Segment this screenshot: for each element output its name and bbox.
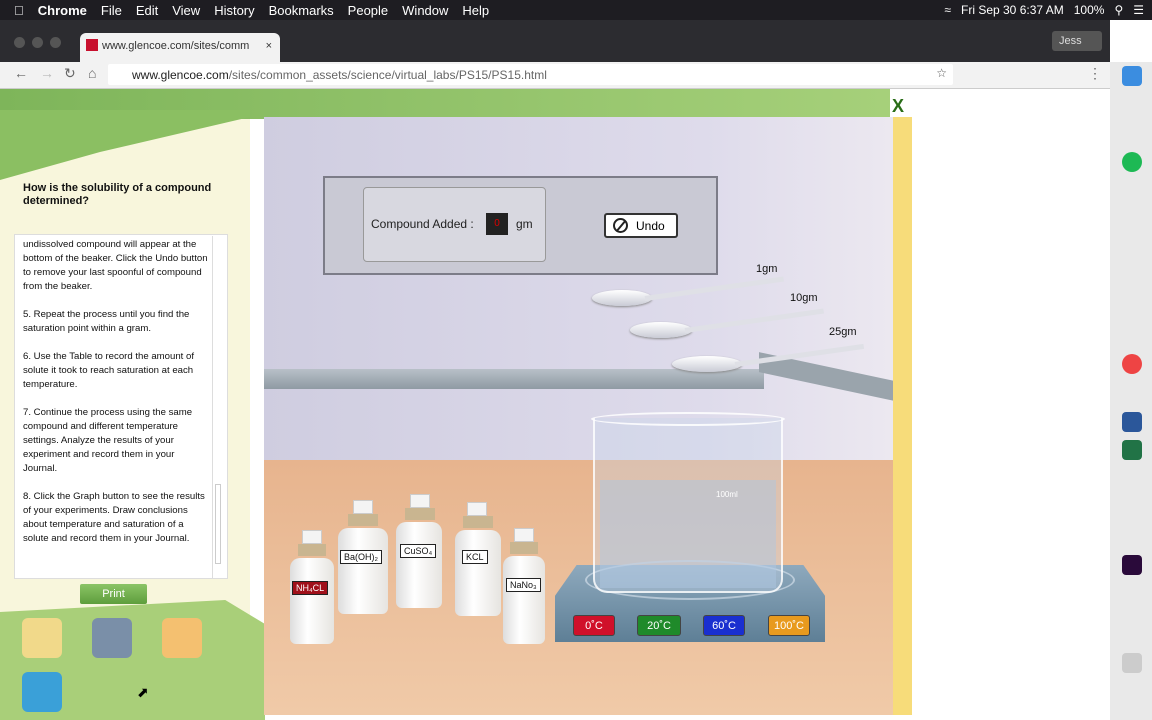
bottle-cap [302, 530, 322, 544]
list-icon[interactable]: ☰ [1133, 3, 1144, 17]
wall [264, 117, 893, 462]
menu-help[interactable]: Help [462, 3, 489, 18]
menu-edit[interactable]: Edit [136, 3, 158, 18]
menu-file[interactable]: File [101, 3, 122, 18]
forward-icon[interactable]: → [40, 65, 54, 81]
apple-icon[interactable]:  [14, 3, 24, 18]
beaker-volume-label: 100ml [716, 490, 738, 499]
table-icon[interactable] [162, 618, 202, 658]
beaker[interactable] [593, 418, 783, 593]
bottle-label: NaNo₃ [506, 578, 541, 592]
bottle-label: Ba(OH)₂ [340, 550, 382, 564]
url-host: www.glencoe.com [132, 68, 229, 82]
menu-people[interactable]: People [348, 3, 388, 18]
instruction-step: 5. Repeat the process until you find the… [23, 309, 190, 334]
bottle-nano3[interactable] [503, 556, 545, 644]
clipboard-icon[interactable] [22, 618, 62, 658]
reload-icon[interactable]: ↻ [64, 65, 76, 82]
back-icon[interactable]: ← [14, 65, 28, 81]
menu-view[interactable]: View [172, 3, 200, 18]
bottle-cap [514, 528, 534, 542]
bottle-label: NH₄CL [292, 581, 329, 595]
address-bar[interactable]: www.glencoe.com/sites/common_assets/scie… [108, 64, 953, 85]
battery[interactable]: 100% [1074, 3, 1105, 17]
shelf [264, 369, 764, 389]
mouse-cursor: ⬈ [137, 684, 149, 700]
trash-icon[interactable] [1122, 653, 1142, 673]
temp-100-button[interactable]: 100˚C [768, 615, 810, 636]
close-window-button[interactable] [14, 37, 25, 48]
temp-0-button[interactable]: 0˚C [573, 615, 615, 636]
instruction-step: 8. Click the Graph button to see the res… [23, 491, 205, 544]
instruction-step: 7. Continue the process using the same c… [23, 407, 193, 474]
excel-icon[interactable] [1122, 440, 1142, 460]
bottle-cap [467, 502, 487, 516]
bottle-cuso4[interactable] [396, 522, 442, 608]
menu-bookmarks[interactable]: Bookmarks [269, 3, 334, 18]
spoon-10gm[interactable] [630, 322, 692, 338]
undo-label: Undo [636, 219, 665, 233]
print-button[interactable]: Print [80, 584, 147, 604]
menu-history[interactable]: History [214, 3, 254, 18]
spoon-label: 10gm [790, 292, 818, 304]
bottle-kcl[interactable] [455, 530, 501, 616]
bottle-nh4cl[interactable] [290, 558, 334, 644]
finder-icon[interactable] [1122, 66, 1142, 86]
favicon-icon [86, 39, 98, 51]
chrome-icon[interactable] [1122, 354, 1142, 374]
minimize-window-button[interactable] [32, 37, 43, 48]
right-border [893, 117, 912, 715]
chrome-menu-icon[interactable]: ⋮ [1088, 65, 1102, 82]
spoon-label: 25gm [829, 326, 857, 338]
instruction-step: undissolved compound will appear at the … [23, 239, 208, 292]
search-icon[interactable]: ⚲ [1114, 3, 1123, 17]
bottle-neck [510, 542, 538, 554]
lab-question: How is the solubility of a compound dete… [23, 182, 212, 207]
bottle-label: KCL [462, 550, 488, 564]
star-icon[interactable]: ☆ [936, 66, 947, 80]
bottle-neck [463, 516, 493, 528]
tab-close-icon[interactable]: × [266, 40, 272, 52]
compound-unit: gm [516, 217, 533, 231]
undo-icon [613, 218, 628, 233]
close-lab-button[interactable]: X [892, 96, 904, 117]
bottle-cap [410, 494, 430, 508]
bottle-neck [405, 508, 435, 520]
menu-app[interactable]: Chrome [38, 3, 87, 18]
bottle-baoh2[interactable] [338, 528, 388, 614]
zoom-window-button[interactable] [50, 37, 61, 48]
temp-20-button[interactable]: 20˚C [637, 615, 681, 636]
undo-button[interactable]: Undo [604, 213, 678, 238]
instructions-text: undissolved compound will appear at the … [23, 238, 208, 560]
instructions-scrollbar[interactable] [212, 236, 224, 578]
premiere-icon[interactable] [1122, 555, 1142, 575]
bottle-neck [348, 514, 378, 526]
temp-60-button[interactable]: 60˚C [703, 615, 745, 636]
wifi-icon[interactable]: ≈ [944, 3, 951, 17]
bottle-cap [353, 500, 373, 514]
spoon-25gm[interactable] [672, 356, 742, 372]
spoon-1gm[interactable] [592, 290, 652, 306]
tab-title: www.glencoe.com/sites/comm [102, 40, 250, 52]
compound-added-value: 0 [486, 213, 508, 235]
calculator-icon[interactable] [92, 618, 132, 658]
bottle-label: CuSO₄ [400, 544, 437, 558]
status-area: ≈ Fri Sep 30 6:37 AM 100% ⚲ ☰ [944, 0, 1144, 20]
spotify-icon[interactable] [1122, 152, 1142, 172]
tab-glencoe[interactable]: www.glencoe.com/sites/comm × [80, 33, 280, 62]
url-path: /sites/common_assets/science/virtual_lab… [228, 68, 547, 82]
word-icon[interactable] [1122, 412, 1142, 432]
spoon-label: 1gm [756, 263, 778, 275]
home-lab-icon[interactable] [22, 672, 62, 712]
bottle-neck [298, 544, 326, 556]
menu-window[interactable]: Window [402, 3, 448, 18]
beaker-rim [591, 412, 785, 426]
compound-added-label: Compound Added : [371, 217, 474, 231]
clock[interactable]: Fri Sep 30 6:37 AM [961, 3, 1064, 17]
profile-button[interactable]: Jess [1052, 31, 1102, 51]
instruction-step: 6. Use the Table to record the amount of… [23, 351, 195, 390]
home-icon[interactable]: ⌂ [88, 65, 96, 81]
